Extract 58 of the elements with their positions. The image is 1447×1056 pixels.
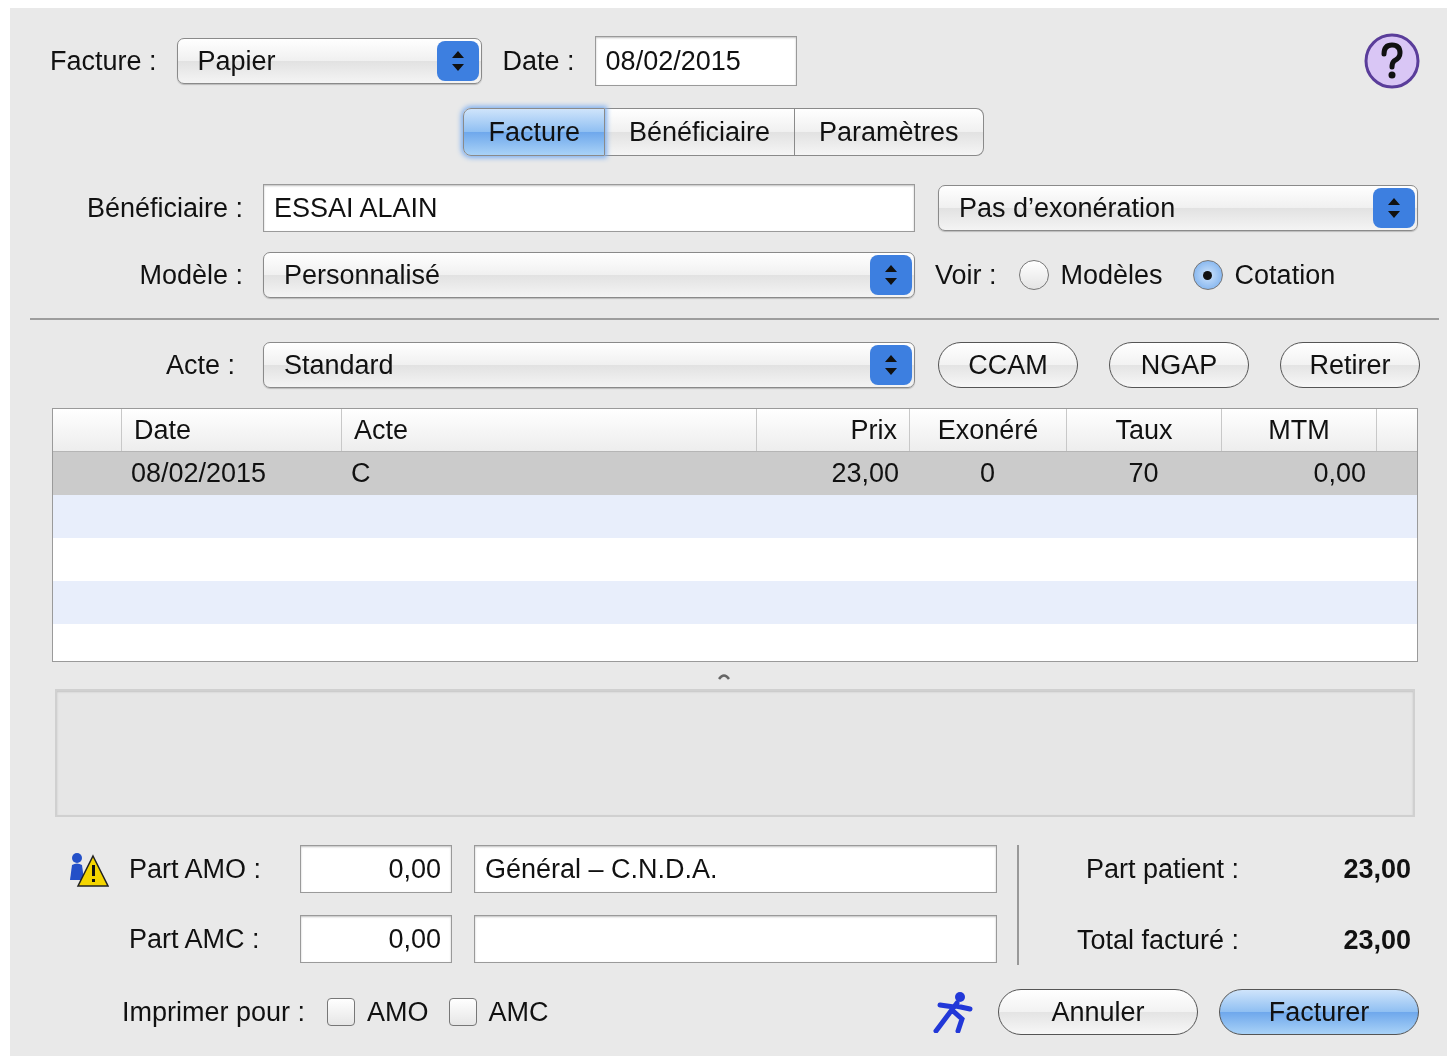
help-icon[interactable] xyxy=(1364,33,1420,89)
summary-label: Part patient : xyxy=(1084,854,1239,885)
table-cell-text: 0 xyxy=(979,458,996,489)
checkbox[interactable] xyxy=(448,998,477,1026)
table-cell-text: 70 xyxy=(1127,458,1160,489)
radio-button[interactable] xyxy=(1192,260,1223,290)
column-header[interactable]: Prix xyxy=(769,414,897,446)
amount-field[interactable]: 0,00 xyxy=(300,915,452,963)
column-header[interactable]: MTM xyxy=(1234,414,1364,446)
updown-arrows-icon xyxy=(1373,188,1415,228)
field-label: Acte : xyxy=(164,349,235,381)
field-label: Bénéficiaire : xyxy=(85,192,243,224)
updown-arrows-icon xyxy=(436,41,479,81)
field-label: Part AMC : xyxy=(129,923,261,955)
cancel-button[interactable]: Annuler xyxy=(998,989,1198,1035)
updown-arrows-icon xyxy=(870,255,912,295)
column-header[interactable]: Taux xyxy=(1079,414,1209,446)
field-label: Date : xyxy=(502,45,575,77)
popup-button[interactable]: Pas d’exonération xyxy=(938,185,1418,231)
action-button[interactable]: NGAP xyxy=(1109,342,1249,388)
table-cell-text: C xyxy=(350,458,372,489)
action-button[interactable]: Retirer xyxy=(1280,342,1420,388)
checkbox-label: AMO xyxy=(367,996,429,1028)
column-header[interactable]: Exonéré xyxy=(922,414,1054,446)
warning-people-icon xyxy=(67,850,109,888)
radio-label: Modèles xyxy=(1060,259,1163,291)
table-cell-text: 08/02/2015 xyxy=(130,458,268,489)
radio-label: Cotation xyxy=(1234,259,1336,291)
tab[interactable]: Facture xyxy=(463,108,605,156)
summary-value: 23,00 xyxy=(1342,925,1411,956)
column-header[interactable]: Date xyxy=(134,414,329,446)
field-label: Voir : xyxy=(935,259,997,291)
radio-button[interactable] xyxy=(1018,260,1049,290)
table-cell-text: 0,00 xyxy=(1312,458,1367,489)
tab[interactable]: Paramètres xyxy=(795,108,984,156)
popup-button[interactable]: Papier xyxy=(176,38,482,84)
beneficiary-field[interactable]: ESSAI ALAIN xyxy=(263,184,915,232)
default-button[interactable]: Facturer xyxy=(1219,989,1419,1035)
summary-label: Total facturé : xyxy=(1075,925,1239,956)
regime-field[interactable]: Général – C.N.D.A. xyxy=(474,845,997,893)
regime-field[interactable] xyxy=(474,915,997,963)
amount-field[interactable]: 0,00 xyxy=(300,845,452,893)
splitter-handle-icon[interactable] xyxy=(717,671,730,680)
popup-button[interactable]: Personnalisé xyxy=(263,252,915,298)
summary-value: 23,00 xyxy=(1342,854,1411,885)
tab[interactable]: Bénéficiaire xyxy=(604,108,796,156)
date-field[interactable]: 08/02/2015 xyxy=(594,36,797,86)
field-label: Modèle : xyxy=(138,259,243,291)
field-label: Facture : xyxy=(50,45,157,77)
action-button[interactable]: CCAM xyxy=(938,342,1078,388)
updown-arrows-icon xyxy=(870,345,912,385)
field-label: Part AMO : xyxy=(129,853,263,885)
popup-button[interactable]: Standard xyxy=(263,342,915,388)
column-header[interactable]: Acte xyxy=(354,414,744,446)
table-cell-text: 23,00 xyxy=(830,458,900,489)
checkbox[interactable] xyxy=(327,998,356,1026)
field-label: Imprimer pour : xyxy=(122,996,306,1028)
checkbox-label: AMC xyxy=(488,996,549,1028)
